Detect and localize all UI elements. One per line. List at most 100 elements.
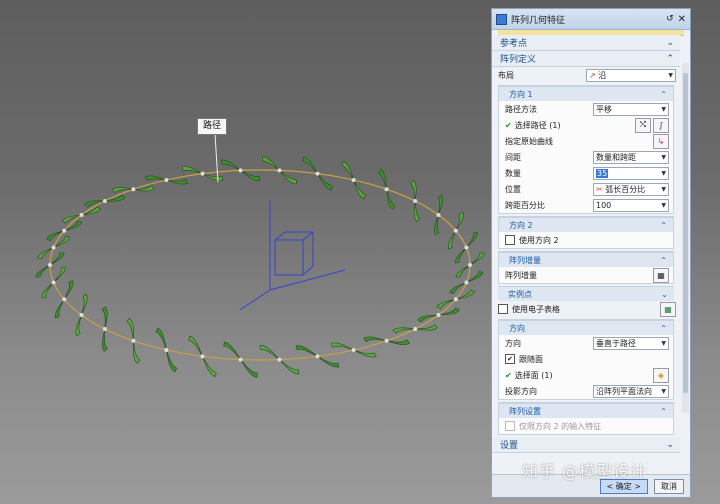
follow-face-checkbox[interactable]: ✔: [505, 354, 515, 364]
count-input[interactable]: 35 ▼: [593, 166, 669, 180]
instance-point[interactable]: [200, 354, 205, 359]
orientation-select[interactable]: 垂直于路径 ▼: [593, 336, 669, 350]
instance-point[interactable]: [48, 263, 52, 267]
increment-table-icon[interactable]: ▦: [653, 267, 669, 283]
increment-header[interactable]: 阵列增量 ⌃: [499, 252, 673, 267]
direction1-group: 方向 1 ⌃ 路径方法 平移 ▼ ✔ 选择路径 (1) ⤭ ∫ 指定原始曲线 ↳: [498, 85, 674, 214]
instance-point[interactable]: [464, 245, 469, 250]
instance-point[interactable]: [200, 171, 205, 176]
spacing-select[interactable]: 数量和跨距 ▼: [593, 150, 669, 164]
instance-point[interactable]: [62, 297, 67, 302]
instance-point[interactable]: [413, 327, 418, 331]
chevron-up-icon: ⌃: [666, 53, 674, 64]
only-dir2-checkbox[interactable]: [505, 421, 515, 431]
instance-point[interactable]: [436, 313, 441, 317]
orientation-label: 方向: [505, 338, 521, 348]
spreadsheet-row[interactable]: 使用电子表格 ▦: [492, 301, 680, 317]
instance-point[interactable]: [238, 168, 243, 173]
follow-face-row[interactable]: ✔ 跟随面: [499, 351, 673, 367]
follow-face-label: 跟随面: [519, 354, 543, 364]
curve-icon[interactable]: ∫: [653, 117, 669, 133]
dialog-scrollbar[interactable]: [682, 63, 689, 413]
orientation-row: 方向 垂直于路径 ▼: [499, 335, 673, 351]
instance-point[interactable]: [277, 168, 282, 173]
projection-label: 投影方向: [505, 386, 537, 396]
instance-point[interactable]: [131, 338, 136, 343]
instance-point[interactable]: [277, 357, 282, 362]
instance-point[interactable]: [79, 213, 84, 217]
select-path-row[interactable]: ✔ 选择路径 (1) ⤭ ∫: [499, 117, 673, 133]
projection-select[interactable]: 沿阵列平面法向 ▼: [593, 384, 669, 398]
increment-row: 阵列增量 ▦: [499, 267, 673, 283]
instance-point[interactable]: [164, 348, 169, 352]
instance-point[interactable]: [51, 245, 56, 250]
instance-point[interactable]: [436, 213, 441, 217]
select-face-row[interactable]: ✔ 选择面 (1) ◈: [499, 367, 673, 383]
scrollbar-thumb[interactable]: [683, 73, 688, 393]
spreadsheet-icon[interactable]: ▦: [660, 301, 676, 317]
face-select-icon[interactable]: ◈: [653, 367, 669, 383]
only-dir2-row[interactable]: 仅限方向 2 的输入特征: [499, 418, 673, 434]
instance-point[interactable]: [164, 178, 169, 182]
use-spreadsheet-checkbox[interactable]: [498, 304, 508, 314]
instance-point[interactable]: [62, 228, 67, 233]
instance-point[interactable]: [384, 338, 389, 343]
instance-point[interactable]: [413, 199, 418, 203]
array-path-curve[interactable]: [49, 169, 471, 361]
spacing-row: 间距 数量和跨距 ▼: [499, 149, 673, 165]
pattern-settings-header[interactable]: 阵列设置 ⌃: [499, 403, 673, 418]
instance-point[interactable]: [453, 228, 458, 233]
dialog-titlebar: 阵列几何特征 ↺ ✕: [492, 9, 690, 30]
section-label: 设置: [500, 441, 519, 451]
instance-point[interactable]: [315, 354, 320, 359]
path-method-row: 路径方法 平移 ▼: [499, 101, 673, 117]
instance-point[interactable]: [102, 199, 107, 203]
orientation-header[interactable]: 方向 ⌃: [499, 320, 673, 335]
instance-point[interactable]: [468, 263, 472, 267]
orientation-group: 方向 ⌃ 方向 垂直于路径 ▼ ✔ 跟随面 ✔ 选择面 (1) ◈ 投影方向 沿…: [498, 319, 674, 400]
instance-point[interactable]: [79, 313, 84, 317]
reverse-icon[interactable]: ⤭: [635, 117, 651, 133]
instance-point[interactable]: [351, 178, 356, 182]
instance-point[interactable]: [453, 297, 458, 302]
chevron-up-icon: ⌃: [660, 255, 667, 265]
instance-point-header[interactable]: 实例点 ⌄: [498, 286, 674, 301]
cancel-button[interactable]: 取消: [654, 478, 684, 494]
instance-point[interactable]: [384, 187, 389, 192]
span-value: 100: [596, 200, 612, 210]
instance-point[interactable]: [351, 348, 356, 352]
path-method-select[interactable]: 平移 ▼: [593, 102, 669, 116]
start-curve-row[interactable]: 指定原始曲线 ↳: [499, 133, 673, 149]
reset-icon[interactable]: ↺: [666, 14, 674, 24]
section-settings[interactable]: 设置 ⌄: [492, 437, 680, 453]
section-reference-point[interactable]: 参考点 ⌄: [492, 35, 680, 51]
select-path-label: 选择路径 (1): [514, 120, 561, 130]
section-pattern-definition[interactable]: 阵列定义 ⌃: [492, 51, 680, 67]
chevron-up-icon: ⌃: [660, 89, 667, 99]
instance-point[interactable]: [102, 327, 107, 331]
use-direction2-row[interactable]: 使用方向 2: [499, 232, 673, 248]
position-select[interactable]: ✂ 弧长百分比 ▼: [593, 182, 669, 196]
layout-select[interactable]: ↗ 沿 ▼: [586, 68, 676, 82]
layout-value: 沿: [598, 70, 607, 80]
chevron-down-icon: ▼: [661, 153, 666, 161]
span-label: 跨距百分比: [505, 200, 545, 210]
curve-select-icon[interactable]: ↳: [653, 133, 669, 149]
count-row: 数量 35 ▼: [499, 165, 673, 181]
layout-row: 布局 ↗ 沿 ▼: [492, 67, 680, 83]
direction1-header[interactable]: 方向 1 ⌃: [499, 86, 673, 101]
instance-point[interactable]: [315, 171, 320, 176]
close-icon[interactable]: ✕: [678, 14, 686, 25]
use-direction2-checkbox[interactable]: [505, 235, 515, 245]
span-input[interactable]: 100 ▼: [593, 198, 669, 212]
instance-point[interactable]: [464, 280, 469, 285]
use-spreadsheet-label: 使用电子表格: [512, 304, 560, 314]
instance-point[interactable]: [131, 187, 136, 192]
projection-row: 投影方向 沿阵列平面法向 ▼: [499, 383, 673, 399]
pattern-settings-group: 阵列设置 ⌃ 仅限方向 2 的输入特征: [498, 402, 674, 435]
instance-point[interactable]: [238, 357, 243, 362]
chevron-down-icon: ⌄: [661, 289, 668, 299]
chevron-down-icon: ▼: [661, 339, 666, 347]
direction2-header[interactable]: 方向 2 ⌃: [499, 217, 673, 232]
instance-point[interactable]: [51, 280, 56, 285]
